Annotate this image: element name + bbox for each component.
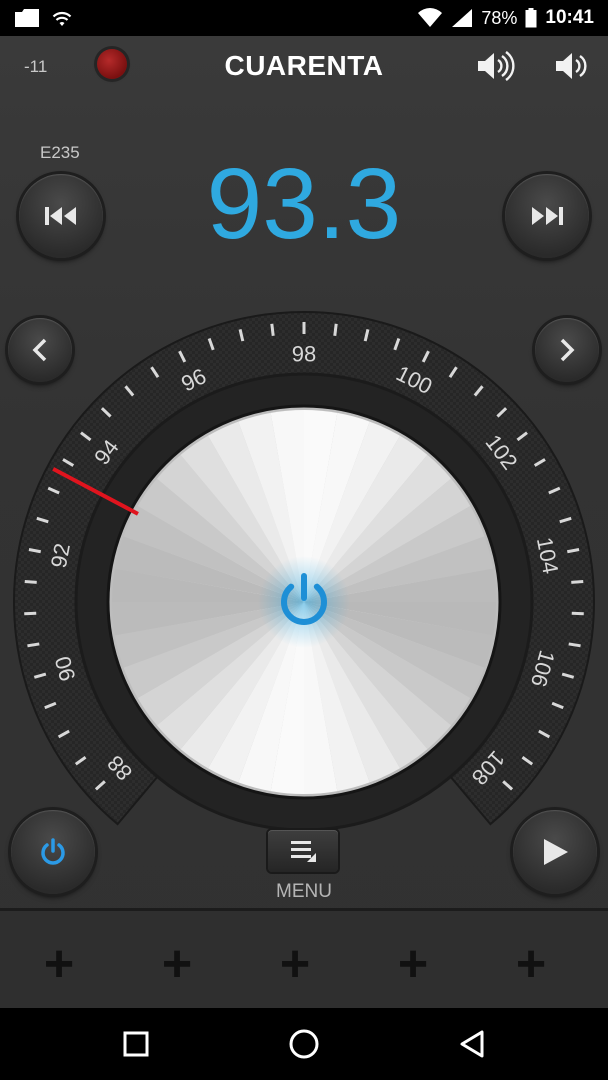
dial-tick	[24, 579, 37, 584]
battery-icon	[525, 8, 537, 28]
menu-icon	[291, 841, 316, 862]
play-icon	[544, 839, 568, 865]
preset-slot-3[interactable]: +	[270, 935, 320, 993]
power-icon	[41, 838, 65, 865]
triangle-back-icon	[460, 1030, 484, 1058]
dial-tick	[333, 323, 338, 336]
circle-icon	[289, 1029, 319, 1059]
preset-slot-4[interactable]: +	[388, 935, 438, 993]
preset-add-label: +	[161, 935, 193, 993]
navigation-bar	[0, 1008, 608, 1080]
dial-tick-label: 98	[292, 342, 316, 367]
preset-slot-5[interactable]: +	[506, 935, 556, 993]
signal-icon	[452, 9, 473, 27]
dial-tick	[571, 611, 584, 616]
dial-tick	[27, 642, 40, 648]
battery-percent: 78%	[481, 7, 518, 28]
dial-tick	[24, 611, 37, 616]
status-bar: 78% 10:41	[0, 0, 608, 36]
back-button[interactable]	[452, 1026, 492, 1062]
dial-tick	[571, 579, 584, 584]
square-icon	[123, 1031, 149, 1057]
clock: 10:41	[545, 7, 594, 28]
wifi-signal-icon	[418, 8, 443, 27]
preset-slot-1[interactable]: +	[34, 935, 84, 993]
notification-icon	[15, 9, 39, 27]
play-button[interactable]	[513, 810, 597, 894]
preset-bar: + + + + +	[0, 908, 608, 1011]
preset-slot-2[interactable]: +	[152, 935, 202, 993]
preset-add-label: +	[43, 935, 75, 993]
preset-add-label: +	[397, 935, 429, 993]
dial-tick	[568, 642, 581, 648]
menu-button[interactable]	[268, 830, 338, 872]
preset-add-label: +	[515, 935, 547, 993]
dial-tick-label: 92	[46, 541, 75, 570]
preset-add-label: +	[279, 935, 311, 993]
home-button[interactable]	[284, 1026, 324, 1062]
menu-label: MENU	[276, 881, 332, 902]
wifi-icon	[52, 11, 72, 26]
radio-app: -11 CUARENTA E235 93.3 88 90 92 94 96 98…	[0, 36, 608, 1011]
power-button[interactable]	[11, 810, 95, 894]
dial-tick	[270, 323, 275, 336]
tuning-knob[interactable]	[106, 404, 502, 800]
recents-button[interactable]	[116, 1026, 156, 1062]
